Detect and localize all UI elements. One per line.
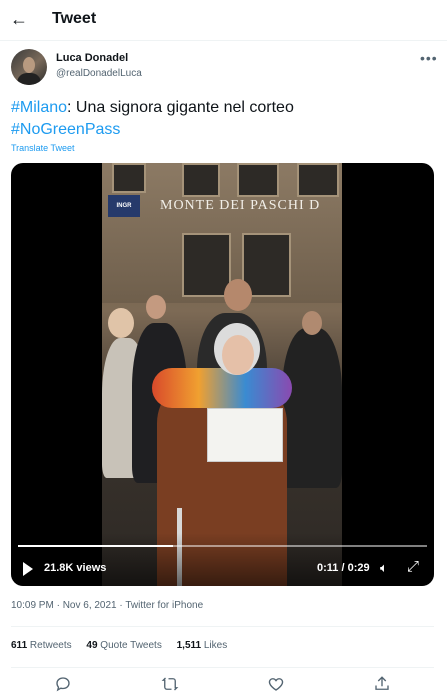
author-name[interactable]: Luca Donadel <box>56 52 128 64</box>
hashtag-milano[interactable]: #Milano <box>11 99 67 116</box>
avatar[interactable] <box>11 49 47 85</box>
likes-stat[interactable]: 1,511 Likes <box>177 640 228 651</box>
video-player[interactable]: INGR MONTE DEI PASCHI D 21.8K views 0:11… <box>11 163 434 586</box>
more-options-icon[interactable]: ••• <box>420 50 438 66</box>
reply-icon[interactable] <box>53 675 73 693</box>
video-frame: INGR MONTE DEI PASCHI D <box>102 163 342 586</box>
volume-icon[interactable]: 🔈︎ <box>380 560 388 576</box>
fullscreen-icon[interactable]: ⤢ <box>407 558 419 575</box>
quote-tweets-stat[interactable]: 49 Quote Tweets <box>86 640 161 651</box>
retweets-stat[interactable]: 611 Retweets <box>11 640 72 651</box>
building-sign: MONTE DEI PASCHI D <box>160 198 321 213</box>
video-controls <box>11 533 434 586</box>
page-title: Tweet <box>52 10 97 27</box>
video-progress-fill <box>18 545 174 547</box>
hashtag-nogreenpass[interactable]: #NoGreenPass <box>11 121 120 138</box>
tweet-stats: 611 Retweets 49 Quote Tweets 1,511 Likes <box>11 640 227 651</box>
tweet-timestamp[interactable]: 10:09 PM · Nov 6, 2021 · Twitter for iPh… <box>11 600 203 611</box>
share-icon[interactable] <box>372 675 392 693</box>
translate-tweet-link[interactable]: Translate Tweet <box>11 143 75 153</box>
divider <box>11 626 434 627</box>
like-icon[interactable] <box>266 675 286 693</box>
placard <box>207 408 283 462</box>
video-progress-bar[interactable] <box>18 545 427 547</box>
video-time: 0:11 / 0:29 <box>317 562 370 574</box>
author-handle[interactable]: @realDonadelLuca <box>56 68 142 79</box>
tweet-text: #Milano: Una signora gigante nel corteo … <box>11 97 431 141</box>
back-arrow-icon[interactable]: ← <box>10 9 30 29</box>
divider <box>11 667 434 668</box>
street-sign: INGR <box>108 195 140 217</box>
top-bar: ← Tweet <box>0 0 447 41</box>
retweet-icon[interactable] <box>160 675 180 693</box>
play-icon[interactable] <box>23 562 33 576</box>
tweet-text-body: : Una signora gigante nel corteo <box>67 99 294 116</box>
view-count: 21.8K views <box>44 562 107 574</box>
